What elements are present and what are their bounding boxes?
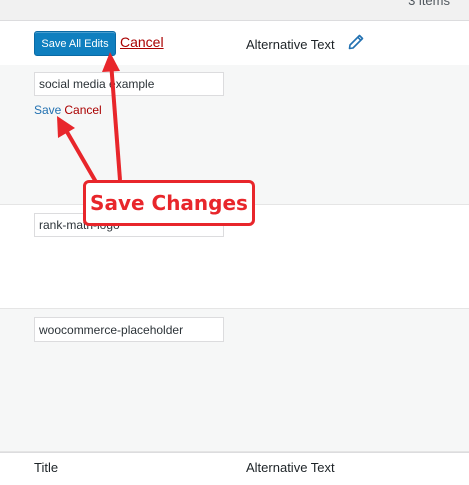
cancel-link[interactable]: Cancel [64, 103, 101, 117]
title-input[interactable] [34, 72, 224, 96]
inline-actions: Save Cancel [34, 103, 102, 117]
cancel-all-link[interactable]: Cancel [120, 34, 164, 50]
media-table: Save All Edits Cancel Alternative Text S… [0, 20, 469, 485]
title-input[interactable] [34, 317, 224, 342]
table-footer-row: Title Alternative Text [0, 452, 469, 485]
items-count: 3 items [408, 0, 450, 8]
table-header-row: Save All Edits Cancel Alternative Text [0, 20, 469, 66]
table-row [0, 309, 469, 452]
column-header-title[interactable]: Title [34, 460, 58, 475]
save-link[interactable]: Save [34, 103, 61, 117]
pencil-icon[interactable] [348, 34, 364, 50]
column-header-alt-text[interactable]: Alternative Text [246, 37, 335, 52]
save-changes-callout: Save Changes [83, 180, 255, 226]
column-header-alt-text[interactable]: Alternative Text [246, 460, 335, 475]
save-all-edits-button[interactable]: Save All Edits [34, 31, 116, 56]
